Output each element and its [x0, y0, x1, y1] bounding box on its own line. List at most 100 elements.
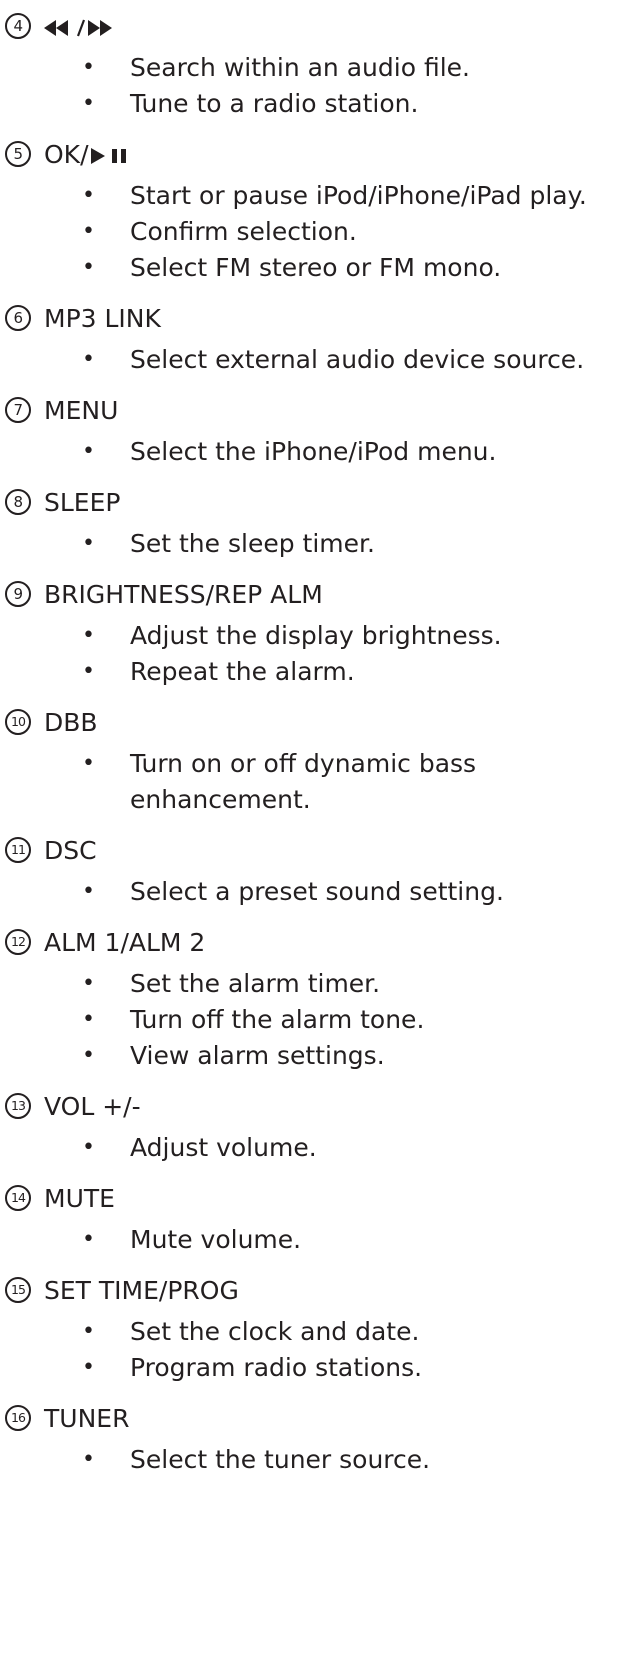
bullet-text: Turn on or off dynamic bass enhancement. — [130, 749, 477, 814]
bullet-dot: • — [82, 531, 95, 556]
bullet-text: Set the sleep timer. — [130, 529, 375, 558]
bullet-list: • Select external audio device source. — [0, 342, 643, 378]
item-header: 13 VOL +/- — [0, 1088, 643, 1130]
bullet-list: • Adjust the display brightness. • Repeat … — [0, 618, 643, 690]
item-number-badge: 15 — [5, 1277, 31, 1303]
item-number-badge: 6 — [5, 305, 31, 331]
item-title: MP3 LINK — [44, 304, 161, 333]
bullet-text: Set the alarm timer. — [130, 969, 381, 998]
item-number-badge: 12 — [5, 929, 31, 955]
bullet-dot: • — [82, 1135, 95, 1160]
control-item-13: 13 VOL +/- • Adjust volume. — [0, 1088, 643, 1180]
item-header: 16 TUNER — [0, 1400, 643, 1442]
item-number-badge: 8 — [5, 489, 31, 515]
bullet-item: • Start or pause iPod/iPhone/iPad play. — [0, 178, 640, 214]
bullet-item: • Select FM stereo or FM mono. — [0, 250, 640, 286]
item-header: 4 — [0, 8, 643, 50]
bullet-text: Set the clock and date. — [130, 1317, 420, 1346]
bullet-list: • Select the iPhone/iPod menu. — [0, 434, 643, 470]
bullet-text: Adjust volume. — [130, 1133, 317, 1162]
bullet-dot: • — [82, 879, 95, 904]
item-number-badge: 11 — [5, 837, 31, 863]
item-number-badge: 13 — [5, 1093, 31, 1119]
bullet-list: • Search within an audio file. • Tune to a… — [0, 50, 643, 122]
bullet-text: Search within an audio file. — [130, 53, 470, 82]
bullet-text: Select the tuner source. — [130, 1445, 431, 1474]
item-number-badge: 16 — [5, 1405, 31, 1431]
bullet-text: View alarm settings. — [130, 1041, 385, 1070]
bullet-dot: • — [82, 659, 95, 684]
bullet-text: Start or pause iPod/iPhone/iPad play. — [130, 181, 587, 210]
control-item-12: 12 ALM 1/ALM 2 • Set the alarm timer. • Tu… — [0, 924, 643, 1088]
item-header: 8 SLEEP — [0, 484, 643, 526]
bullet-item: • View alarm settings. — [0, 1038, 640, 1074]
bullet-list: • Turn on or off dynamic bass enhancement… — [0, 746, 643, 818]
bullet-dot: • — [82, 1355, 95, 1380]
bullet-item: • Set the alarm timer. — [0, 966, 640, 1002]
bullet-dot: • — [82, 623, 95, 648]
item-title: TUNER — [44, 1404, 130, 1433]
item-header: 5 OK/ — [0, 136, 643, 178]
item-title: ALM 1/ALM 2 — [44, 928, 206, 957]
bullet-list: • Select a preset sound setting. — [0, 874, 643, 910]
control-item-15: 15 SET TIME/PROG • Set the clock and date… — [0, 1272, 643, 1400]
bullet-text: Confirm selection. — [130, 217, 357, 246]
control-item-6: 6 MP3 LINK • Select external audio device… — [0, 300, 643, 392]
bullet-list: • Select the tuner source. — [0, 1442, 643, 1478]
bullet-dot: • — [82, 347, 95, 372]
bullet-dot: • — [82, 183, 95, 208]
item-title — [44, 11, 112, 43]
control-item-10: 10 DBB • Turn on or off dynamic bass enha… — [0, 704, 643, 832]
control-item-7: 7 MENU • Select the iPhone/iPod menu. — [0, 392, 643, 484]
bullet-dot: • — [82, 439, 95, 464]
item-number-badge: 9 — [5, 581, 31, 607]
item-number-badge: 4 — [5, 13, 31, 39]
bullet-text: Adjust the display brightness. — [130, 621, 502, 650]
bullet-item: • Program radio stations. — [0, 1350, 640, 1386]
control-item-5: 5 OK/ • Start or pause iPod/iPhone/iPad p… — [0, 136, 643, 300]
item-number-badge: 10 — [5, 709, 31, 735]
bullet-item: • Select a preset sound setting. — [0, 874, 640, 910]
play-pause-icon — [89, 146, 129, 166]
item-title: SLEEP — [44, 488, 121, 517]
bullet-dot: • — [82, 255, 95, 280]
bullet-text: Turn off the alarm tone. — [130, 1005, 425, 1034]
bullet-text: Repeat the alarm. — [130, 657, 355, 686]
bullet-dot: • — [82, 91, 95, 116]
item-title-text: OK/ — [44, 140, 89, 169]
item-header: 15 SET TIME/PROG — [0, 1272, 643, 1314]
bullet-list: • Set the alarm timer. • Turn off the alar… — [0, 966, 643, 1074]
bullet-list: • Set the sleep timer. — [0, 526, 643, 562]
bullet-text: Select a preset sound setting. — [130, 877, 504, 906]
bullet-dot: • — [82, 55, 95, 80]
bullet-item: • Select external audio device source. — [0, 342, 640, 378]
item-title: OK/ — [44, 139, 129, 171]
bullet-item: • Search within an audio file. — [0, 50, 640, 86]
bullet-item: • Select the tuner source. — [0, 1442, 640, 1478]
control-item-11: 11 DSC • Select a preset sound setting. — [0, 832, 643, 924]
bullet-text: Select external audio device source. — [130, 345, 585, 374]
bullet-text: Select FM stereo or FM mono. — [130, 253, 502, 282]
item-header: 9 BRIGHTNESS/REP ALM — [0, 576, 643, 618]
bullet-item: • Repeat the alarm. — [0, 654, 640, 690]
bullet-text: Program radio stations. — [130, 1353, 423, 1382]
item-header: 7 MENU — [0, 392, 643, 434]
item-number-badge: 7 — [5, 397, 31, 423]
control-item-9: 9 BRIGHTNESS/REP ALM • Adjust the display… — [0, 576, 643, 704]
item-number-badge: 14 — [5, 1185, 31, 1211]
bullet-dot: • — [82, 1043, 95, 1068]
bullet-item: • Adjust the display brightness. — [0, 618, 640, 654]
bullet-item: • Turn on or off dynamic bass enhancement… — [0, 746, 640, 818]
bullet-item: • Confirm selection. — [0, 214, 640, 250]
bullet-item: • Adjust volume. — [0, 1130, 640, 1166]
bullet-item: • Set the sleep timer. — [0, 526, 640, 562]
bullet-text: Select the iPhone/iPod menu. — [130, 437, 497, 466]
control-item-16: 16 TUNER • Select the tuner source. — [0, 1400, 643, 1478]
item-title: BRIGHTNESS/REP ALM — [44, 580, 323, 609]
bullet-dot: • — [82, 751, 95, 776]
item-title: SET TIME/PROG — [44, 1276, 239, 1305]
manual-page: 4 • Search within an audio file. • Tune to… — [0, 0, 643, 1665]
item-header: 12 ALM 1/ALM 2 — [0, 924, 643, 966]
bullet-text: Tune to a radio station. — [130, 89, 419, 118]
bullet-dot: • — [82, 219, 95, 244]
